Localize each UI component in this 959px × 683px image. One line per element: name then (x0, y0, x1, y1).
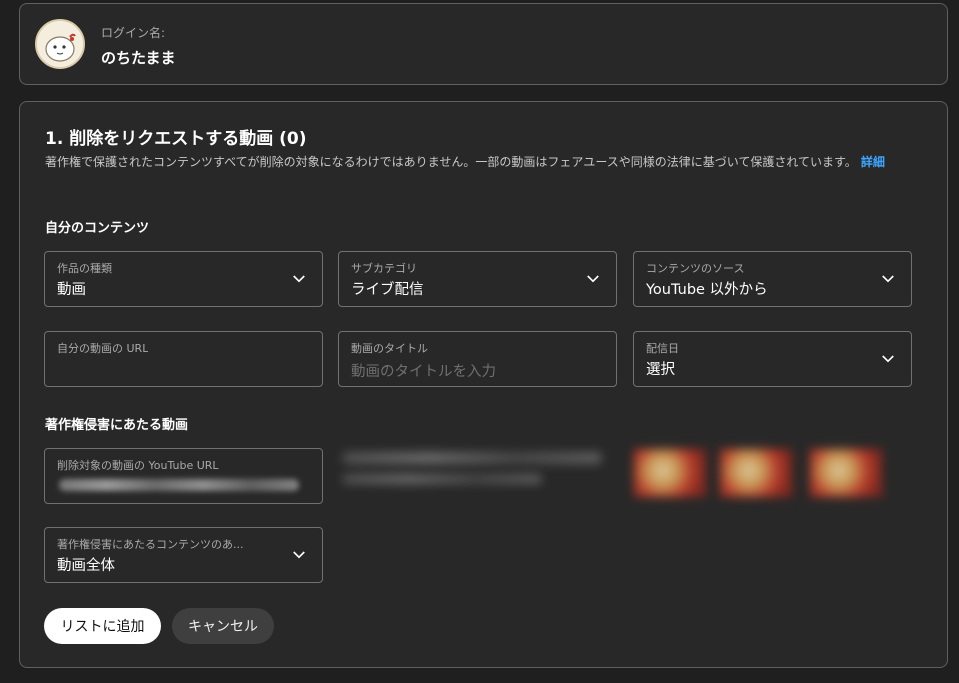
subcategory-value: ライブ配信 (351, 282, 424, 298)
blurred-url-value (59, 479, 299, 491)
video-title-placeholder: 動画のタイトルを入力 (351, 364, 496, 380)
infringing-url-label: 削除対象の動画の YouTube URL (57, 459, 219, 472)
avatar (35, 19, 85, 69)
video-title-label: 動画のタイトル (351, 342, 428, 355)
avatar-image (37, 21, 83, 67)
infringing-url-input[interactable]: 削除対象の動画の YouTube URL (44, 448, 323, 504)
work-type-label: 作品の種類 (57, 262, 112, 275)
subcategory-label: サブカテゴリ (351, 262, 417, 275)
chevron-down-icon (293, 275, 305, 283)
infringing-heading: 著作権侵害にあたる動画 (45, 418, 189, 433)
video-title-input[interactable]: 動画のタイトル 動画のタイトルを入力 (338, 331, 617, 387)
own-video-url-input[interactable]: 自分の動画の URL (44, 331, 323, 387)
content-scope-label: 著作権侵害にあたるコンテンツのあ... (57, 538, 244, 551)
blurred-thumbnail[interactable] (720, 449, 792, 497)
chevron-down-icon (293, 551, 305, 559)
chevron-down-icon (587, 275, 599, 283)
section-title: 1. 削除をリクエストする動画 (0) (45, 129, 307, 149)
chevron-down-icon (882, 355, 894, 363)
content-scope-select[interactable]: 著作権侵害にあたるコンテンツのあ... 動画全体 (44, 527, 323, 583)
add-to-list-button[interactable]: リストに追加 (44, 608, 161, 644)
work-type-value: 動画 (57, 282, 86, 298)
content-source-select[interactable]: コンテンツのソース YouTube 以外から (633, 251, 912, 307)
own-content-heading: 自分のコンテンツ (45, 221, 150, 236)
subcategory-select[interactable]: サブカテゴリ ライブ配信 (338, 251, 617, 307)
blurred-thumbnail[interactable] (810, 449, 882, 497)
login-name: のちたまま (101, 49, 176, 67)
blurred-video-title (342, 452, 602, 464)
work-type-select[interactable]: 作品の種類 動画 (44, 251, 323, 307)
publish-date-value: 選択 (646, 362, 675, 378)
login-label: ログイン名: (101, 26, 166, 40)
content-source-label: コンテンツのソース (646, 262, 745, 275)
login-card: ログイン名: のちたまま (19, 3, 948, 85)
section-description: 著作権で保護されたコンテンツすべてが削除の対象になるわけではありません。一部の動… (45, 152, 915, 172)
own-video-url-label: 自分の動画の URL (57, 342, 149, 355)
publish-date-select[interactable]: 配信日 選択 (633, 331, 912, 387)
blurred-video-meta (342, 474, 542, 484)
chevron-down-icon (882, 275, 894, 283)
content-scope-value: 動画全体 (57, 558, 115, 574)
publish-date-label: 配信日 (646, 342, 679, 355)
details-link[interactable]: 詳細 (861, 155, 885, 169)
cancel-button[interactable]: キャンセル (172, 608, 274, 644)
description-text: 著作権で保護されたコンテンツすべてが削除の対象になるわけではありません。一部の動… (45, 155, 857, 169)
blurred-thumbnail[interactable] (634, 449, 706, 497)
removal-request-card: 1. 削除をリクエストする動画 (0) 著作権で保護されたコンテンツすべてが削除… (19, 101, 948, 668)
content-source-value: YouTube 以外から (646, 282, 768, 298)
